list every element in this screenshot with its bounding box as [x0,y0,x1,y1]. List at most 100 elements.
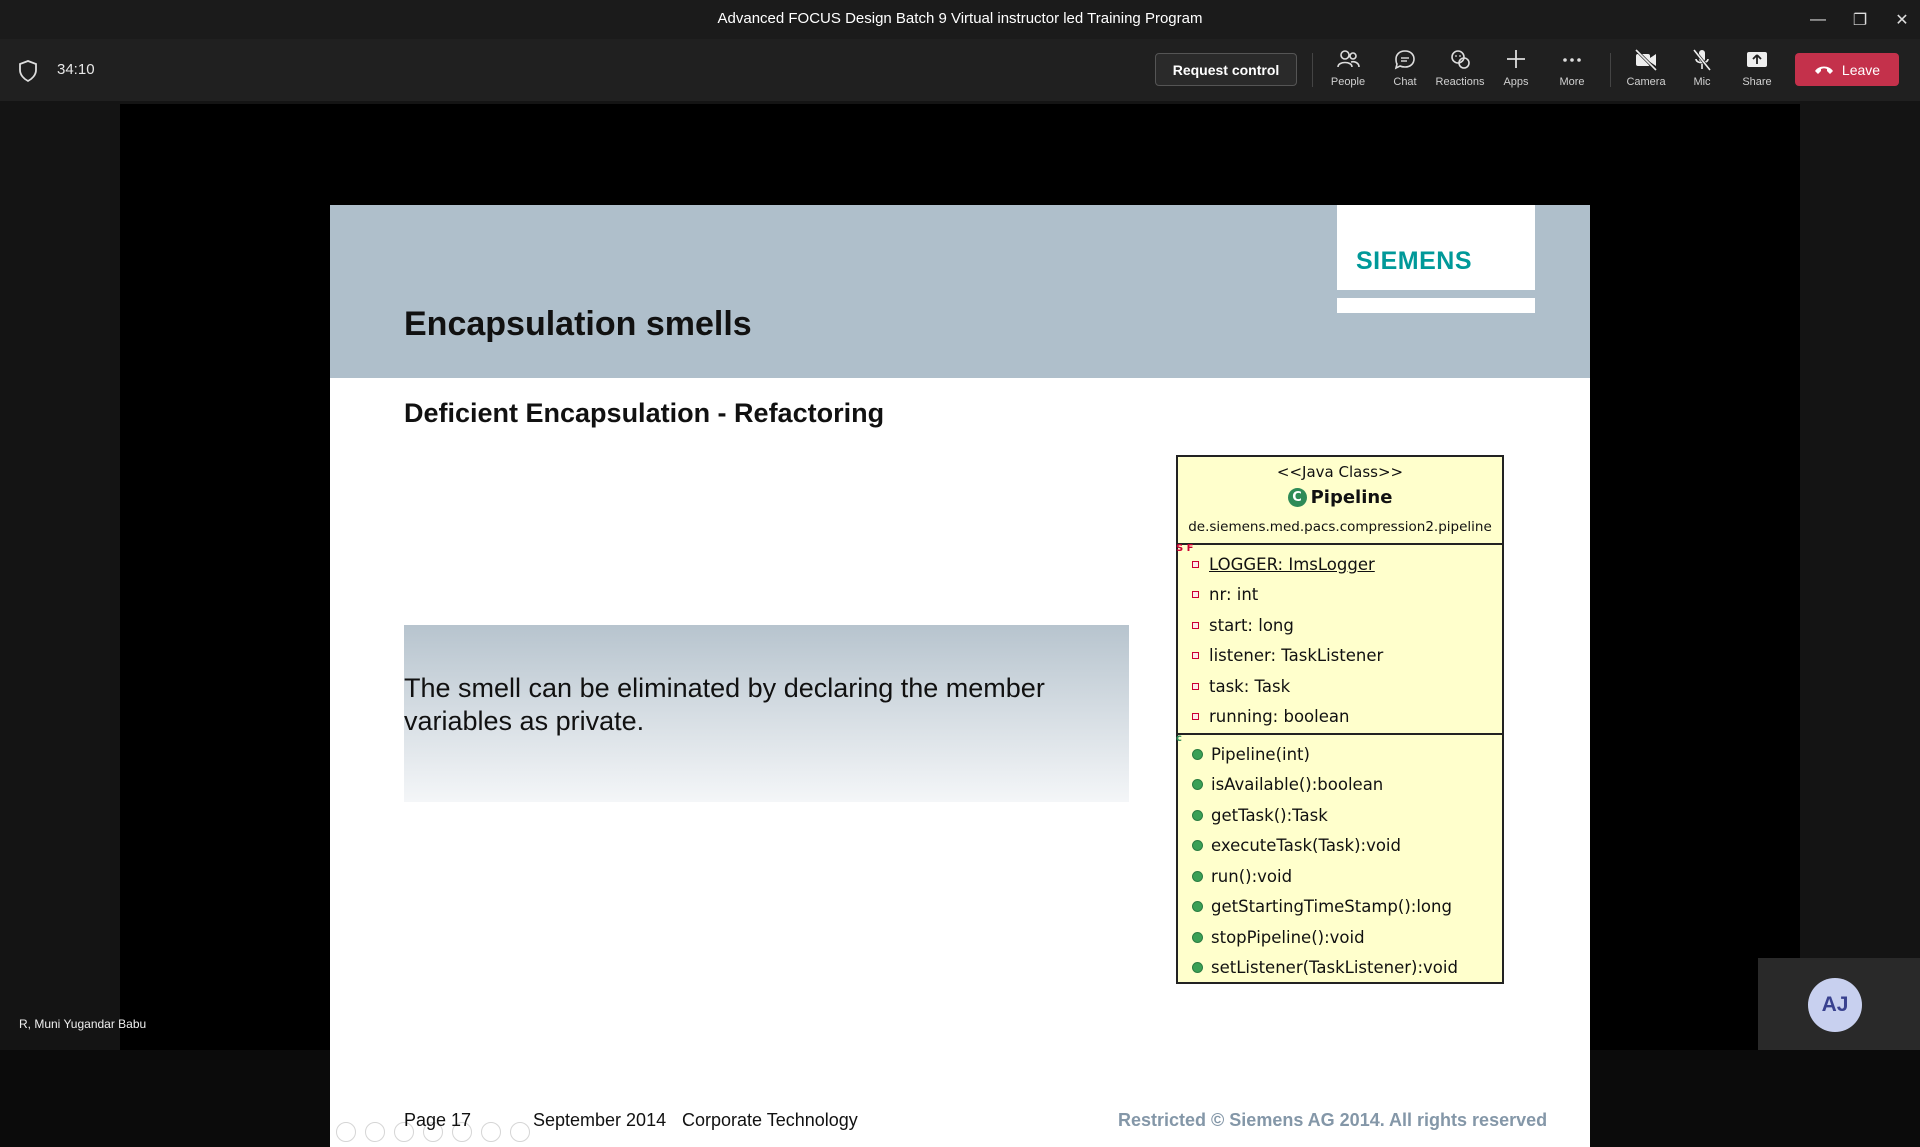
mic-off-icon [1692,49,1712,71]
chat-label: Chat [1393,76,1417,88]
window-title: Advanced FOCUS Design Batch 9 Virtual in… [717,10,1203,27]
meeting-toolbar: 34:10 Request control People Chat Reacti… [0,39,1920,101]
camera-off-icon [1634,48,1658,72]
uml-field-text: listener: TaskListener [1209,646,1384,666]
mic-label: Mic [1693,76,1711,88]
uml-field-text: LOGGER: ImsLogger [1209,554,1375,574]
plus-icon [1507,50,1525,68]
uml-stereotype: <<Java Class>> [1276,463,1404,481]
uml-method-text: setListener(TaskListener):void [1211,958,1458,978]
more-label: More [1559,76,1585,88]
constructor-marker: c [1176,733,1182,744]
minimize-button[interactable]: — [1796,0,1840,39]
uml-method: isAvailable():boolean [1178,770,1502,801]
public-method-icon [1192,840,1203,852]
self-video-tile[interactable]: AJ [1758,958,1920,1050]
restore-icon: ❐ [1852,11,1868,29]
uml-field-text: running: boolean [1209,707,1350,727]
mic-button[interactable]: Mic [1674,47,1730,95]
meeting-timer: 34:10 [57,61,95,78]
uml-method: setListener(TaskListener):void [1178,953,1502,984]
camera-label: Camera [1626,76,1666,88]
camera-button[interactable]: Camera [1618,47,1674,95]
share-icon [1747,52,1767,67]
reactions-button[interactable]: Reactions [1432,47,1488,95]
uml-field-text: task: Task [1209,676,1291,696]
uml-field: S F LOGGER: ImsLogger [1176,543,1502,580]
uml-method: run():void [1178,861,1502,892]
uml-class-name-row: C Pipeline [1178,487,1502,508]
more-options-icon[interactable] [510,1122,530,1142]
uml-field: nr: int [1178,580,1502,611]
callout-text: The smell can be eliminated by declaring… [404,673,1045,736]
toolbar-divider [1312,53,1313,87]
presentation-slide: Encapsulation smells SIEMENS Deficient E… [330,205,1590,1147]
uml-method: executeTask(Task):void [1178,831,1502,862]
uml-method: getStartingTimeStamp():long [1178,892,1502,923]
meeting-stage: Encapsulation smells SIEMENS Deficient E… [0,101,1920,1147]
uml-class-header: <<Java Class>> C Pipeline de.siemens.med… [1178,457,1502,545]
close-icon: ✕ [1895,11,1909,29]
screen-icon[interactable] [481,1122,501,1142]
apps-label: Apps [1503,76,1529,88]
footer-rights: Restricted © Siemens AG 2014. All rights… [1118,1110,1548,1130]
more-button[interactable]: More [1544,47,1600,95]
people-button[interactable]: People [1320,47,1376,95]
footer-dept: Corporate Technology [682,1110,858,1130]
uml-field: task: Task [1178,671,1502,702]
private-field-icon [1192,652,1199,660]
logo-text: SIEMENS [1356,247,1473,275]
uml-field: start: long [1178,610,1502,641]
uml-method-text: isAvailable():boolean [1211,775,1384,795]
uml-class-diagram: <<Java Class>> C Pipeline de.siemens.med… [1176,455,1504,984]
logo-strip [1337,298,1535,313]
public-method-icon [1192,962,1203,974]
next-slide-icon[interactable] [365,1122,385,1142]
uml-method-text: run():void [1211,866,1293,886]
prev-slide-icon[interactable] [336,1122,356,1142]
uml-package: de.siemens.med.pacs.compression2.pipelin… [1188,519,1492,535]
public-method-icon [1192,901,1203,913]
chat-button[interactable]: Chat [1377,47,1433,95]
public-method-icon [1192,779,1203,791]
uml-field-text: nr: int [1209,585,1259,605]
class-icon: C [1287,488,1307,507]
close-button[interactable]: ✕ [1880,0,1920,39]
reactions-icon [1451,50,1470,69]
uml-method: c Pipeline(int) [1176,733,1502,770]
public-method-icon [1192,809,1203,821]
uml-methods: c Pipeline(int) isAvailable():boolean ge… [1176,733,1502,984]
avatar: AJ [1808,978,1862,1032]
presenter-name: R, Muni Yugandar Babu [19,1017,147,1031]
uml-field: listener: TaskListener [1178,641,1502,672]
callout-box: The smell can be eliminated by declaring… [404,625,1129,802]
apps-button[interactable]: Apps [1488,47,1544,95]
private-field-icon [1192,682,1199,690]
title-bar: Advanced FOCUS Design Batch 9 Virtual in… [0,0,1920,39]
leave-label: Leave [1841,61,1881,78]
uml-field: running: boolean [1178,702,1502,733]
restore-button[interactable]: ❐ [1838,0,1882,39]
uml-method-text: executeTask(Task):void [1211,836,1401,856]
footer-date: September 2014 [533,1110,667,1130]
uml-method-text: Pipeline(int) [1211,744,1310,764]
uml-field-text: start: long [1209,615,1294,635]
siemens-logo: SIEMENS [1337,205,1535,290]
request-control-button[interactable]: Request control [1155,53,1297,86]
leave-button[interactable]: Leave [1795,53,1899,86]
share-button[interactable]: Share [1729,47,1785,95]
public-method-icon [1192,931,1203,943]
private-field-icon [1192,713,1199,721]
static-final-marker: S F [1176,543,1194,554]
public-method-icon [1192,748,1203,760]
more-icon [1563,58,1581,62]
uml-method-text: stopPipeline():void [1211,927,1365,947]
private-field-icon [1192,560,1199,568]
shield-icon[interactable] [18,60,38,82]
people-label: People [1330,76,1366,88]
footer-page: Page 17 [404,1110,472,1130]
public-method-icon [1192,870,1203,882]
reactions-label: Reactions [1435,76,1485,88]
uml-fields: S F LOGGER: ImsLogger nr: int start: lon… [1176,543,1502,735]
people-icon [1337,50,1360,68]
